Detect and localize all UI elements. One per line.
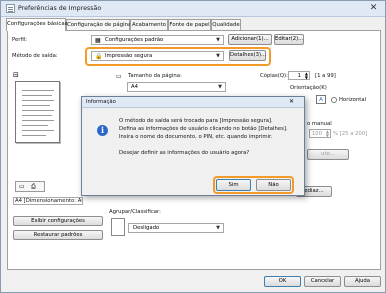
- dialog-question: Desejar definir as informações do usuári…: [119, 150, 250, 156]
- output-method-value: Impressão segura: [105, 53, 153, 59]
- copies-range: [1 a 99]: [315, 73, 336, 79]
- horizontal-radio[interactable]: [331, 97, 337, 103]
- dialog-message-line-3: Insira o nome do documento, o PIN, etc. …: [119, 134, 273, 140]
- chevron-down-icon: ▼: [216, 53, 220, 59]
- collate-value: Desligado: [133, 225, 160, 231]
- window-close-icon[interactable]: ✕: [367, 3, 380, 14]
- window-title: Preferências de Impressão: [18, 5, 102, 12]
- preview-mode-icon[interactable]: ⊟: [13, 71, 19, 79]
- info-icon: i: [97, 125, 108, 136]
- spin-arrows-icon[interactable]: ▲ ▼: [305, 72, 308, 80]
- chevron-down-icon: ▼: [218, 84, 222, 90]
- scaling-input[interactable]: 100 ▲ ▼: [309, 129, 331, 138]
- settings-view-icon[interactable]: ⎙: [31, 183, 36, 191]
- manual-scaling-label: o manual: [307, 121, 332, 127]
- preferences-window: Preferências de Impressão ✕ Configuraçõe…: [0, 0, 386, 293]
- details-button[interactable]: Detalhes(3)...: [229, 50, 266, 61]
- page-size-icon: ▭: [116, 73, 122, 80]
- dialog-message-line-1: O método de saída será trocado para [Imp…: [119, 118, 273, 124]
- collate-label: Agrupar/Classificar:: [109, 209, 161, 215]
- page-size-label: Tamanho da página:: [128, 73, 182, 79]
- page-size-select[interactable]: A4 ▼: [127, 82, 226, 92]
- profile-icon: ▦: [95, 37, 101, 44]
- spin-arrows-icon[interactable]: ▲ ▼: [326, 130, 329, 138]
- dialog-message-line-2: Defina as informações de usuário clicand…: [119, 126, 288, 132]
- no-button[interactable]: Não: [256, 179, 291, 191]
- dialog-title: Informação: [86, 99, 116, 105]
- output-method-select[interactable]: 🔒 Impressão segura ▼: [91, 51, 224, 61]
- preview-toggle-buttons[interactable]: ▭ ⎙: [15, 181, 45, 192]
- cancel-button[interactable]: Cancelar: [304, 276, 341, 287]
- tab-page-setup[interactable]: Configuração de página: [66, 19, 131, 30]
- page-view-icon[interactable]: ▭: [19, 183, 25, 190]
- profile-label: Perfil:: [12, 37, 28, 43]
- collate-select[interactable]: Desligado ▼: [128, 223, 224, 233]
- scaling-value: 100: [311, 131, 322, 137]
- show-settings-button[interactable]: Exibir configurações: [13, 216, 103, 226]
- horizontal-label: Horizontal: [339, 97, 367, 103]
- chevron-down-icon: ▼: [216, 225, 220, 231]
- printer-app-icon: [6, 4, 15, 13]
- tab-finishing[interactable]: Acabamento: [130, 19, 168, 30]
- auto-button[interactable]: uto...: [307, 149, 349, 160]
- orientation-label: Orientação(K): [290, 85, 327, 91]
- tab-basic-settings[interactable]: Configurações básicas: [6, 18, 67, 31]
- page-size-value: A4: [131, 84, 138, 90]
- scaling-range: % [25 a 200]: [333, 131, 368, 137]
- tab-paper-source[interactable]: Fonte de papel: [168, 19, 211, 30]
- preview-caption: A4 [Dimensionamento: Auto: [13, 197, 83, 205]
- output-method-label: Método de saída:: [12, 53, 58, 59]
- chevron-down-icon: ▼: [216, 37, 220, 43]
- copies-input[interactable]: 1 ▲ ▼: [288, 71, 310, 80]
- yes-button[interactable]: Sim: [216, 179, 251, 191]
- help-button[interactable]: Ajuda: [344, 276, 381, 287]
- dialog-close-icon[interactable]: ✕: [289, 98, 294, 105]
- tab-quality[interactable]: Qualidade: [211, 19, 241, 30]
- profile-value: Configurações padrão: [105, 37, 164, 43]
- collate-icon: [111, 218, 125, 236]
- ok-button[interactable]: OK: [264, 276, 301, 287]
- page-preview: [15, 81, 60, 143]
- secure-print-icon: 🔒: [95, 53, 103, 60]
- edit-profile-button[interactable]: Editar(2)...: [274, 34, 304, 45]
- copies-value: 1: [297, 73, 301, 79]
- add-profile-button[interactable]: Adicionar(1)...: [228, 34, 272, 45]
- information-dialog: Informação ✕ i O método de saída será tr…: [81, 96, 305, 196]
- restore-defaults-button[interactable]: Restaurar padrões: [13, 230, 103, 240]
- profile-select[interactable]: ▦ Configurações padrão ▼: [91, 35, 224, 45]
- dialog-title-bar: Informação ✕: [82, 97, 304, 108]
- copies-label: Cópias(Q):: [260, 73, 288, 79]
- title-bar: Preferências de Impressão ✕: [1, 1, 385, 17]
- horizontal-orientation-icon: A: [316, 95, 326, 104]
